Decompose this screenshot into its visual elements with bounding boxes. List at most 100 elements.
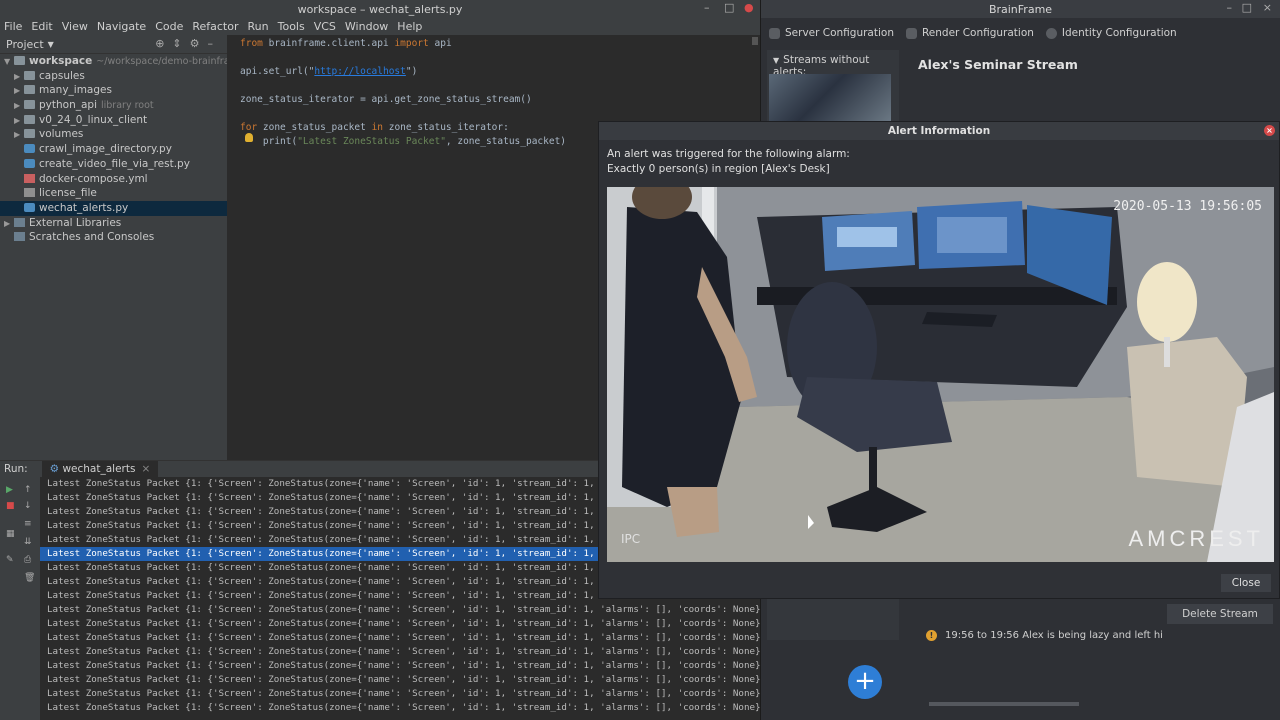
menu-code[interactable]: Code: [155, 20, 183, 33]
maximize-icon[interactable]: □: [724, 1, 734, 14]
close-icon[interactable]: ×: [1263, 1, 1272, 14]
menu-refactor[interactable]: Refactor: [192, 20, 238, 33]
console-line: Latest ZoneStatus Packet {1: {'Screen': …: [47, 604, 760, 615]
rerun-icon[interactable]: ▶: [6, 485, 13, 495]
code-line-1: from brainframe.client.api import api: [240, 38, 452, 49]
tree-item-python-api[interactable]: ▶ python_api library root: [0, 98, 227, 113]
server-configuration-button[interactable]: Server Configuration: [769, 27, 894, 39]
url-link[interactable]: http://localhost: [314, 66, 406, 77]
stream-thumbnail[interactable]: [769, 74, 891, 122]
tree-label: docker-compose.yml: [39, 172, 148, 185]
tree-label: wechat_alerts.py: [39, 201, 129, 214]
close-button[interactable]: Close: [1221, 574, 1271, 592]
menu-help[interactable]: Help: [397, 20, 422, 33]
folder-icon: [24, 114, 35, 124]
trash-icon[interactable]: 🗑: [24, 573, 35, 583]
code-line-3: zone_status_iterator = api.get_zone_stat…: [240, 94, 532, 105]
minimize-icon[interactable]: –: [704, 1, 710, 14]
scroll-down-icon[interactable]: ↓: [24, 501, 32, 511]
folder-icon: [24, 129, 35, 139]
chevron-down-icon[interactable]: ▼: [48, 40, 54, 49]
chevron-down-icon[interactable]: ▼: [773, 56, 779, 65]
library-icon: [14, 217, 25, 227]
project-panel: Project ▼ ⊕⇕⚙– ▼ workspace ~/workspace/dem…: [0, 35, 228, 460]
tree-item-workspace[interactable]: ▼ workspace~/workspace/demo-brainframe-: [0, 54, 227, 69]
code-text: api: [428, 38, 452, 49]
identity-configuration-button[interactable]: Identity Configuration: [1045, 27, 1177, 39]
code-line-2: api.set_url("http://localhost"): [240, 66, 417, 77]
menu-tools[interactable]: Tools: [278, 20, 305, 33]
minimize-icon[interactable]: –: [1227, 1, 1233, 14]
delete-stream-button[interactable]: Delete Stream: [1167, 604, 1273, 624]
folder-icon: [24, 70, 35, 80]
python-file-icon: [24, 158, 35, 168]
server-icon: [769, 27, 780, 39]
tree-item-create-video[interactable]: create_video_file_via_rest.py: [0, 157, 227, 172]
brainframe-titlebar: BrainFrame – □ ×: [761, 0, 1280, 18]
run-tab-label: wechat_alerts: [62, 463, 136, 475]
scroll-end-icon[interactable]: ⇊: [24, 537, 32, 547]
project-label[interactable]: Project: [6, 38, 44, 51]
menu-navigate[interactable]: Navigate: [97, 20, 146, 33]
layout-icon[interactable]: ▦: [6, 529, 15, 539]
tree-label: license_file: [39, 187, 97, 200]
menu-view[interactable]: View: [62, 20, 88, 33]
alert-history-item[interactable]: ! 19:56 to 19:56 Alex is being lazy and …: [926, 630, 1256, 641]
add-stream-button[interactable]: +: [848, 665, 882, 699]
menu-vcs[interactable]: VCS: [314, 20, 336, 33]
collapsed-arrow-icon[interactable]: ▶: [14, 70, 24, 84]
tree-item-scratches[interactable]: Scratches and Consoles: [0, 230, 227, 245]
code-text: print(: [240, 136, 298, 147]
tree-item-external-libraries[interactable]: ▶ External Libraries: [0, 216, 227, 231]
expanded-arrow-icon[interactable]: ▼: [4, 55, 14, 69]
close-icon[interactable]: ●: [744, 1, 754, 14]
tree-item-wechat-alerts[interactable]: wechat_alerts.py: [0, 200, 227, 216]
keyword: in: [371, 122, 384, 133]
alert-message-line-2: Exactly 0 person(s) in region [Alex's De…: [607, 163, 830, 175]
tree-label: python_api: [39, 99, 97, 112]
soft-wrap-icon[interactable]: ≡: [24, 519, 32, 529]
tree-root-path: ~/workspace/demo-brainframe-: [96, 56, 227, 67]
close-tab-icon[interactable]: ×: [141, 463, 150, 475]
text-file-icon: [24, 188, 35, 198]
menu-run[interactable]: Run: [248, 20, 269, 33]
tree-label: v0_24_0_linux_client: [39, 113, 148, 126]
tree-item-crawl[interactable]: crawl_image_directory.py: [0, 142, 227, 157]
render-configuration-button[interactable]: Render Configuration: [905, 27, 1034, 39]
python-file-icon: [24, 202, 35, 212]
tree-item-many-images[interactable]: ▶ many_images: [0, 83, 227, 98]
tree-item-docker-compose[interactable]: docker-compose.yml: [0, 172, 227, 187]
run-toolbar: ▶ ↑ ■ ↓ ≡ ▦ ⇊ ✎ ⎙ 🗑: [0, 477, 40, 720]
collapsed-arrow-icon[interactable]: ▶: [14, 84, 24, 98]
maximize-icon[interactable]: □: [1242, 1, 1252, 14]
tree-item-volumes[interactable]: ▶ volumes: [0, 127, 227, 142]
menu-edit[interactable]: Edit: [31, 20, 52, 33]
tree-item-license[interactable]: license_file: [0, 186, 227, 201]
collapsed-arrow-icon[interactable]: ▶: [4, 217, 14, 231]
collapsed-arrow-icon[interactable]: ▶: [14, 114, 24, 128]
amcrest-watermark: AMCREST: [1128, 526, 1264, 551]
alert-information-dialog: Alert Information × An alert was trigger…: [598, 121, 1280, 599]
tree-item-capsules[interactable]: ▶ capsules: [0, 69, 227, 84]
stop-icon[interactable]: ■: [6, 501, 15, 511]
console-line: Latest ZoneStatus Packet {1: {'Screen': …: [47, 702, 760, 713]
project-tools-icons[interactable]: ⊕⇕⚙–: [155, 37, 221, 50]
print-icon[interactable]: ⎙: [24, 555, 31, 565]
editor-scroll-marker[interactable]: [752, 37, 758, 45]
collapsed-arrow-icon[interactable]: ▶: [14, 99, 24, 113]
project-panel-header: Project ▼ ⊕⇕⚙–: [0, 35, 227, 54]
library-root-hint: library root: [101, 100, 154, 112]
tree-item-v0-client[interactable]: ▶ v0_24_0_linux_client: [0, 113, 227, 128]
menu-window[interactable]: Window: [345, 20, 388, 33]
camera-timestamp: 2020-05-13 19:56:05: [1113, 199, 1262, 214]
menu-file[interactable]: File: [4, 20, 22, 33]
scroll-up-icon[interactable]: ↑: [24, 485, 32, 495]
collapsed-arrow-icon[interactable]: ▶: [14, 128, 24, 142]
mouse-cursor-icon: [808, 515, 814, 529]
run-tab-wechat-alerts[interactable]: ⚙ wechat_alerts ×: [41, 461, 159, 477]
pin-icon[interactable]: ✎: [6, 555, 14, 565]
ide-titlebar: workspace – wechat_alerts.py – □ ●: [0, 0, 760, 18]
yaml-file-icon: [24, 173, 35, 183]
horizontal-scrollbar[interactable]: [929, 702, 1079, 706]
close-icon[interactable]: ×: [1264, 125, 1275, 136]
